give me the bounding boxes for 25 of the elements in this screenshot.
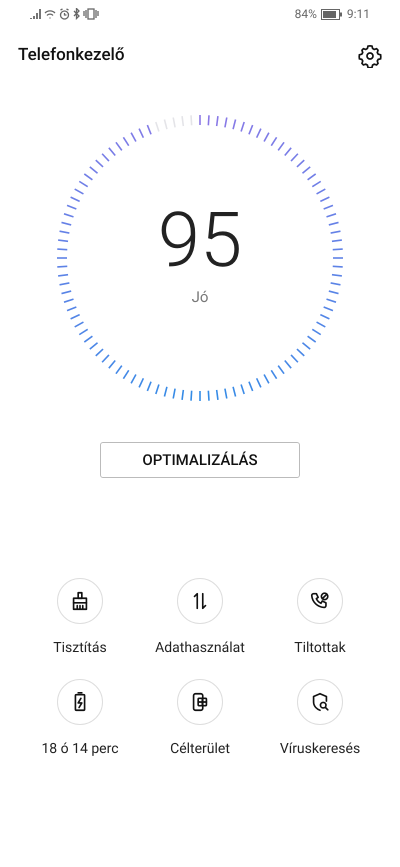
tool-button[interactable] (297, 679, 343, 725)
optimize-button[interactable]: OPTIMALIZÁLÁS (100, 442, 300, 478)
score-value: 95 (158, 202, 242, 278)
battery-percent: 84% (294, 6, 317, 23)
score-label: Jó (192, 286, 208, 308)
tool-label: Adathasználat (155, 639, 245, 658)
signal-icon (30, 8, 41, 20)
tool-button[interactable] (177, 578, 223, 624)
clock: 9:11 (346, 6, 370, 23)
alarm-icon (59, 8, 70, 20)
vibrate-icon (83, 8, 99, 20)
wifi-icon (44, 8, 56, 20)
tool-button[interactable] (177, 679, 223, 725)
battery-icon (320, 8, 343, 20)
tool-button[interactable] (57, 679, 103, 725)
tool-label: 18 ó 14 perc (41, 740, 119, 759)
screen-title: Telefonkezelő (18, 44, 125, 67)
tool-button[interactable] (57, 578, 103, 624)
settings-icon[interactable] (358, 44, 382, 68)
tool-label: Víruskeresés (280, 740, 360, 759)
tool-button[interactable] (297, 578, 343, 624)
bluetooth-icon (73, 8, 80, 20)
tool-label: Tisztítás (53, 639, 107, 658)
tool-label: Tiltottak (294, 639, 346, 658)
tool-label: Célterület (170, 740, 230, 759)
